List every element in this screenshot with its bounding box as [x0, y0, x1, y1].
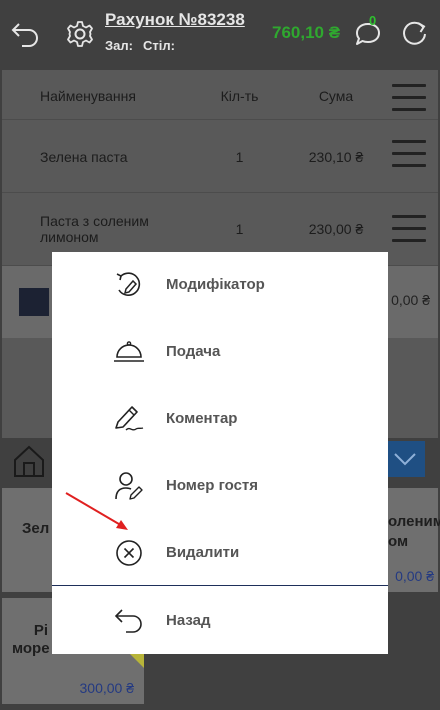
menu-divider	[52, 585, 388, 586]
table-row[interactable]: Зелена паста 1 230,10 ₴	[2, 120, 438, 193]
menu-item-label: Назад	[166, 612, 211, 629]
order-location: Зал: Стіл:	[105, 38, 245, 53]
column-name-header: Найменування	[40, 88, 136, 104]
chat-count-badge: 0	[369, 13, 377, 28]
pencil-icon	[115, 406, 144, 431]
top-bar: Рахунок №83238 Зал: Стіл: 760,10 ₴ 0	[0, 0, 440, 70]
column-qty-header: Кіл-ть	[220, 88, 259, 104]
item-color-swatch	[19, 288, 49, 316]
tile-price: 0,00 ₴	[395, 568, 434, 584]
refresh-icon[interactable]	[396, 16, 432, 52]
chat-bubble-icon[interactable]	[350, 16, 386, 52]
order-info: Рахунок №83238 Зал: Стіл:	[105, 10, 245, 53]
home-icon[interactable]	[12, 443, 46, 479]
menu-item-label: Коментар	[166, 410, 238, 427]
row-menu-icon[interactable]	[392, 140, 426, 176]
chevron-down-icon	[394, 453, 416, 466]
close-circle-icon	[116, 540, 142, 566]
scroll-down-button[interactable]	[385, 441, 425, 477]
column-sum-header: Сума	[318, 88, 354, 104]
menu-item-label: Модифікатор	[166, 276, 265, 293]
menu-item-serving[interactable]: Подача	[52, 319, 388, 385]
table-label: Стіл:	[142, 38, 175, 53]
serving-cloche-icon	[114, 341, 144, 362]
order-total: 760,10 ₴	[272, 23, 341, 42]
item-sum: 0,00 ₴	[391, 292, 430, 308]
modifier-icon	[116, 272, 141, 296]
tile-price: 300,00 ₴	[79, 680, 135, 696]
undo-arrow-icon	[114, 609, 142, 633]
guest-icon	[115, 472, 143, 500]
menu-item-label: Подача	[166, 343, 221, 360]
header-menu-icon[interactable]	[392, 84, 426, 120]
item-qty: 1	[235, 149, 244, 165]
item-qty: 1	[235, 221, 244, 237]
menu-tile[interactable]: оленим ом 0,00 ₴	[388, 488, 440, 592]
item-name: Зелена паста	[40, 149, 128, 165]
item-name: Паста з соленим лимоном	[40, 213, 149, 245]
menu-item-delete[interactable]: Видалити	[52, 520, 388, 586]
menu-tile[interactable]: Зел	[2, 488, 52, 592]
tile-label: Рі море	[12, 622, 50, 657]
tile-label: оленим ом	[388, 513, 440, 550]
menu-item-modifier[interactable]: Модифікатор	[52, 252, 388, 318]
tile-corner-marker	[130, 654, 144, 668]
menu-item-guest-number[interactable]: Номер гостя	[52, 453, 388, 519]
order-title[interactable]: Рахунок №83238	[105, 10, 245, 30]
menu-item-comment[interactable]: Коментар	[52, 386, 388, 452]
menu-item-back[interactable]: Назад	[52, 588, 388, 654]
item-sum: 230,10 ₴	[308, 149, 364, 165]
menu-item-label: Номер гостя	[166, 477, 259, 494]
table-header-row: Найменування Кіл-ть Сума	[2, 70, 438, 120]
gear-icon[interactable]	[62, 16, 98, 52]
menu-item-label: Видалити	[166, 544, 240, 561]
item-sum: 230,00 ₴	[308, 221, 364, 237]
hall-label: Зал:	[105, 38, 133, 53]
row-menu-icon[interactable]	[392, 215, 426, 251]
undo-arrow-icon[interactable]	[7, 16, 43, 52]
item-context-menu: Модифікатор Подача Коментар Номер гостя …	[52, 252, 388, 654]
tile-label: Зел	[22, 520, 50, 537]
